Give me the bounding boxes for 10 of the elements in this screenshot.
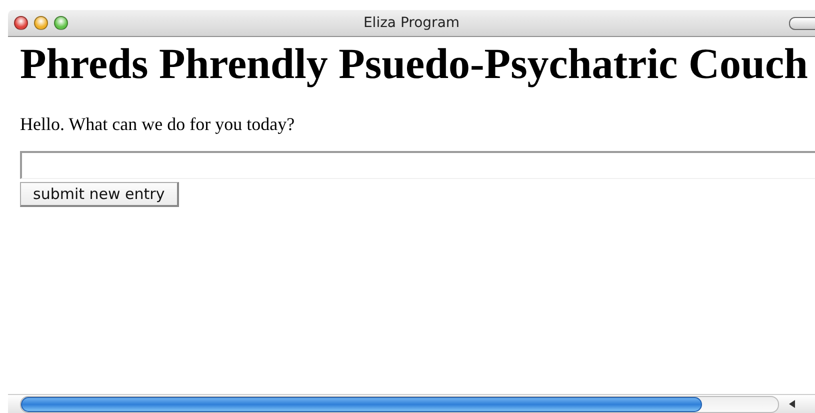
- page-heading: Phreds Phrendly Psuedo-Psychatric Couch: [20, 43, 809, 87]
- scroll-thumb[interactable]: [21, 396, 702, 412]
- close-button[interactable]: [14, 16, 28, 30]
- toolbar-toggle-button[interactable]: [789, 16, 815, 30]
- minimize-button[interactable]: [34, 16, 48, 30]
- submit-button[interactable]: submit new entry: [20, 182, 179, 207]
- zoom-button[interactable]: [54, 16, 68, 30]
- entry-field[interactable]: [20, 151, 815, 179]
- greeting-text: Hello. What can we do for you today?: [20, 113, 296, 135]
- window-title: Eliza Program: [363, 15, 460, 31]
